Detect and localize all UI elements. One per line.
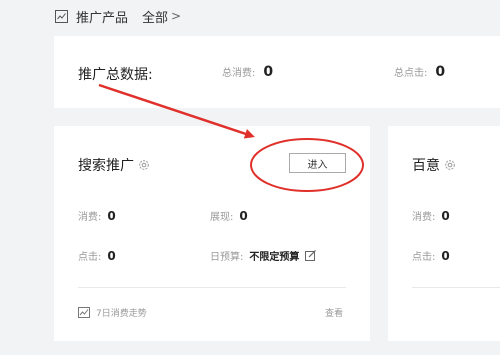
gear-icon[interactable] — [444, 159, 456, 171]
summary-label: 推广总数据: — [78, 67, 153, 83]
card-divider — [78, 287, 346, 288]
search-impressions-label: 展现: — [210, 212, 234, 223]
trend-chart-icon — [78, 307, 90, 318]
baiyi-card-title-text: 百意 — [412, 158, 440, 174]
all-filter[interactable]: 全部 > — [142, 7, 181, 26]
total-cost-label: 总消费: — [222, 68, 256, 79]
baiyi-clicks-value: 0 — [441, 249, 450, 263]
search-clicks-label: 点击: — [78, 252, 102, 263]
baiyi-clicks-row: 点击: 0 — [412, 248, 450, 263]
chart-icon — [55, 9, 68, 23]
baiyi-clicks-label: 点击: — [412, 252, 436, 263]
search-cost-row: 消费: 0 — [78, 208, 116, 223]
search-cost-label: 消费: — [78, 212, 102, 223]
trend-label: 7日消费走势 — [96, 309, 147, 319]
trend-link[interactable]: 7日消费走势 — [78, 306, 147, 319]
search-clicks-row: 点击: 0 — [78, 248, 116, 263]
search-clicks-value: 0 — [107, 249, 116, 263]
daily-budget-value: 不限定预算 — [249, 252, 300, 263]
total-clicks-label: 总点击: — [394, 68, 428, 79]
gear-icon[interactable] — [138, 159, 150, 171]
baiyi-cost-value: 0 — [441, 209, 450, 223]
search-cost-value: 0 — [107, 209, 116, 223]
edit-icon[interactable] — [305, 250, 317, 261]
total-cost-stat: 总消费: 0 — [222, 64, 273, 80]
products-header: 推广产品 全部 > — [55, 6, 181, 26]
view-link[interactable]: 查看 — [325, 306, 343, 319]
summary-card: 推广总数据: 总消费: 0 总点击: 0 — [54, 36, 500, 108]
all-filter-label: 全部 — [142, 10, 169, 26]
baiyi-card: 百意 消费: 0 点击: 0 — [388, 126, 500, 341]
total-clicks-stat: 总点击: 0 — [394, 64, 445, 80]
total-clicks-value: 0 — [435, 64, 446, 80]
baiyi-card-title: 百意 — [412, 155, 456, 175]
total-cost-value: 0 — [263, 64, 274, 80]
search-impressions-row: 展现: 0 — [210, 208, 248, 223]
card-divider — [412, 287, 500, 288]
search-card-title: 搜索推广 — [78, 155, 150, 175]
baiyi-cost-row: 消费: 0 — [412, 208, 450, 223]
enter-button[interactable]: 进入 — [289, 153, 346, 173]
search-card-title-text: 搜索推广 — [78, 158, 134, 174]
search-impressions-value: 0 — [239, 209, 248, 223]
daily-budget-row: 日预算: 不限定预算 — [210, 248, 317, 263]
chevron-right-icon: > — [171, 9, 182, 23]
page-title: 推广产品 — [76, 10, 129, 26]
daily-budget-label: 日预算: — [210, 252, 244, 263]
search-promotion-card: 搜索推广 进入 消费: 0 展现: 0 点击: 0 日预算: 不限定预算 7日消… — [54, 126, 370, 341]
baiyi-cost-label: 消费: — [412, 212, 436, 223]
